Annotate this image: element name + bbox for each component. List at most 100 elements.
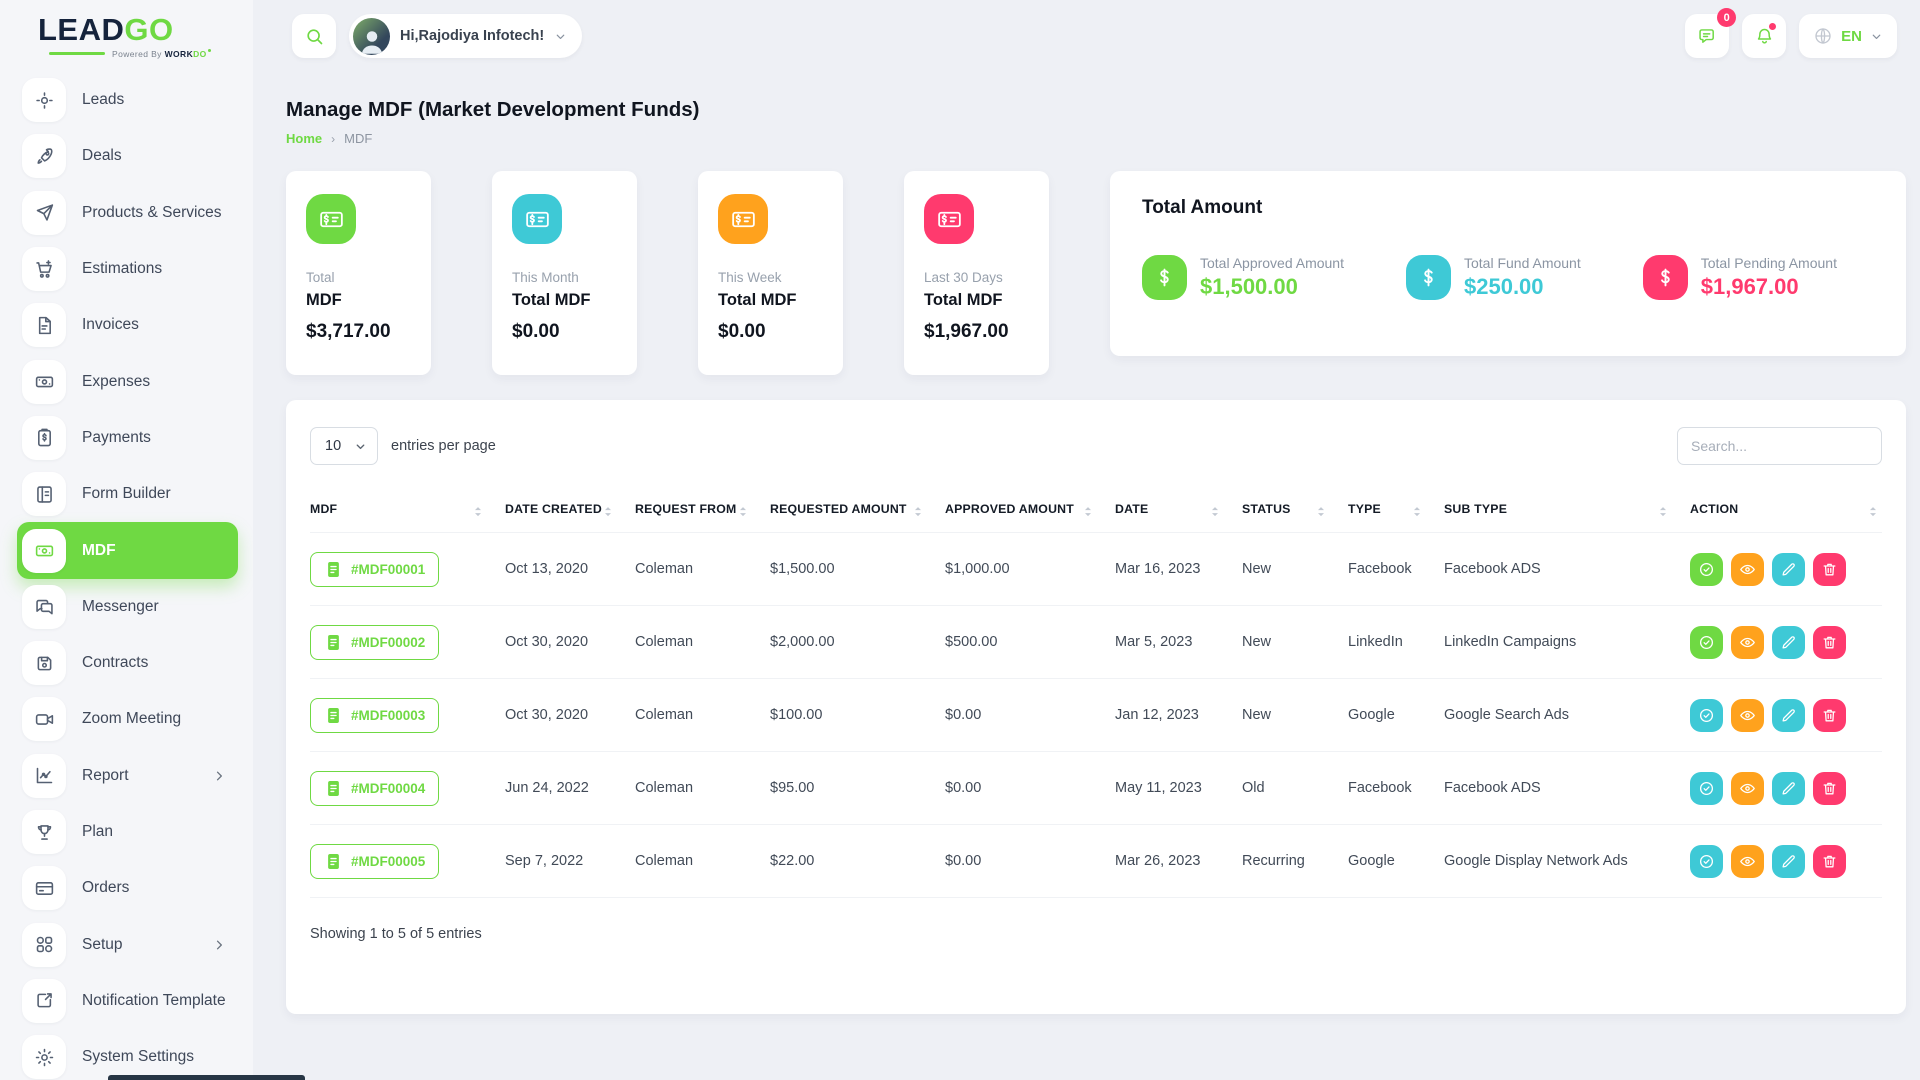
sort-arrows-icon[interactable] (1870, 507, 1876, 516)
stat-card-total: TotalMDF$3,717.00 (286, 171, 431, 375)
user-avatar (353, 18, 390, 55)
approve-button[interactable] (1690, 699, 1723, 732)
sidebar-item-label: Deals (82, 147, 122, 165)
column-header-status[interactable]: STATUS (1242, 492, 1348, 533)
sidebar-item-expenses[interactable]: Expenses (17, 353, 238, 409)
edit-button[interactable] (1772, 626, 1805, 659)
cell-request-from: Coleman (635, 533, 770, 606)
approve-button[interactable] (1690, 553, 1723, 586)
stat-label: Total MDF (718, 291, 823, 310)
sidebar-item-label: Products & Services (82, 204, 222, 222)
person-icon (357, 25, 387, 55)
mdf-id-badge[interactable]: #MDF00003 (310, 698, 439, 733)
sort-arrows-icon[interactable] (605, 507, 611, 516)
view-button[interactable] (1731, 699, 1764, 732)
powered-dot (208, 49, 211, 52)
column-header-date-created[interactable]: DATE CREATED (505, 492, 635, 533)
cell-actions (1690, 533, 1882, 606)
search-input[interactable] (1677, 427, 1882, 465)
table-row: #MDF00002Oct 30, 2020Coleman$2,000.00$50… (310, 606, 1882, 679)
sidebar-item-orders[interactable]: Orders (17, 860, 238, 916)
cell-requested-amount: $2,000.00 (770, 606, 945, 679)
column-header-approved-amount[interactable]: APPROVED AMOUNT (945, 492, 1115, 533)
sidebar-item-invoices[interactable]: Invoices (17, 297, 238, 353)
search-button[interactable] (292, 14, 336, 58)
sidebar-item-label: Notification Template (82, 992, 226, 1010)
column-header-request-from[interactable]: REQUEST FROM (635, 492, 770, 533)
delete-button[interactable] (1813, 772, 1846, 805)
column-header-type[interactable]: TYPE (1348, 492, 1444, 533)
approve-button[interactable] (1690, 626, 1723, 659)
delete-button[interactable] (1813, 699, 1846, 732)
mdf-id-label: #MDF00002 (351, 635, 425, 650)
edit-button[interactable] (1772, 699, 1805, 732)
edit-button[interactable] (1772, 845, 1805, 878)
sort-arrows-icon[interactable] (915, 507, 921, 516)
topbar: Hi,Rajodiya Infotech! 0 EN (253, 0, 1920, 72)
app-logo[interactable]: LEADGO Powered By WORKDO (0, 0, 253, 72)
sidebar-item-report[interactable]: Report (17, 748, 238, 804)
column-header-action[interactable]: ACTION (1690, 492, 1882, 533)
sort-arrows-icon[interactable] (1212, 507, 1218, 516)
column-header-date[interactable]: DATE (1115, 492, 1242, 533)
cell-type: Facebook (1348, 533, 1444, 606)
cell-status: Old (1242, 752, 1348, 825)
column-header-requested-amount[interactable]: REQUESTED AMOUNT (770, 492, 945, 533)
sidebar-item-mdf[interactable]: MDF (17, 522, 238, 578)
sidebar-item-label: Messenger (82, 598, 159, 616)
view-button[interactable] (1731, 626, 1764, 659)
table-controls: 10 entries per page (310, 427, 1882, 465)
entries-per-page-select[interactable]: 10 (310, 427, 378, 465)
edit-button[interactable] (1772, 553, 1805, 586)
delete-button[interactable] (1813, 553, 1846, 586)
sidebar-item-leads[interactable]: Leads (17, 72, 238, 128)
sidebar-item-payments[interactable]: Payments (17, 410, 238, 466)
sidebar-item-system-settings[interactable]: System Settings (17, 1029, 238, 1080)
sidebar-item-estimations[interactable]: Estimations (17, 241, 238, 297)
sidebar-item-form-builder[interactable]: Form Builder (17, 466, 238, 522)
sidebar-item-zoom-meeting[interactable]: Zoom Meeting (17, 691, 238, 747)
column-header-sub-type[interactable]: SUB TYPE (1444, 492, 1690, 533)
messages-button[interactable]: 0 (1685, 14, 1729, 58)
sidebar-item-messenger[interactable]: Messenger (17, 579, 238, 635)
sort-arrows-icon[interactable] (740, 507, 746, 516)
mdf-id-badge[interactable]: #MDF00005 (310, 844, 439, 879)
mdf-id-badge[interactable]: #MDF00002 (310, 625, 439, 660)
breadcrumb-home-link[interactable]: Home (286, 131, 322, 146)
sidebar-item-plan[interactable]: Plan (17, 804, 238, 860)
money-check-icon (306, 194, 356, 244)
sidebar-item-products-services[interactable]: Products & Services (17, 185, 238, 241)
delete-button[interactable] (1813, 626, 1846, 659)
mdf-id-label: #MDF00005 (351, 854, 425, 869)
sort-arrows-icon[interactable] (1085, 507, 1091, 516)
sort-arrows-icon[interactable] (475, 507, 481, 516)
view-button[interactable] (1731, 553, 1764, 586)
mdf-id-badge[interactable]: #MDF00004 (310, 771, 439, 806)
delete-button[interactable] (1813, 845, 1846, 878)
sort-arrows-icon[interactable] (1318, 507, 1324, 516)
cell-requested-amount: $95.00 (770, 752, 945, 825)
edit-button[interactable] (1772, 772, 1805, 805)
dollar-icon (1643, 255, 1688, 300)
sidebar-item-notification-template[interactable]: Notification Template (17, 973, 238, 1029)
cell-approved-amount: $1,000.00 (945, 533, 1115, 606)
cell-approved-amount: $0.00 (945, 825, 1115, 898)
notifications-button[interactable] (1742, 14, 1786, 58)
view-button[interactable] (1731, 772, 1764, 805)
main-area: Hi,Rajodiya Infotech! 0 EN Manage MDF (M… (253, 0, 1920, 1080)
sidebar-item-contracts[interactable]: Contracts (17, 635, 238, 691)
mdf-id-badge[interactable]: #MDF00001 (310, 552, 439, 587)
user-menu[interactable]: Hi,Rajodiya Infotech! (349, 14, 582, 58)
view-button[interactable] (1731, 845, 1764, 878)
sidebar-item-setup[interactable]: Setup (17, 916, 238, 972)
approve-button[interactable] (1690, 845, 1723, 878)
column-header-mdf[interactable]: MDF (310, 492, 505, 533)
mdf-table: MDFDATE CREATEDREQUEST FROMREQUESTED AMO… (310, 492, 1882, 898)
sidebar-item-deals[interactable]: Deals (17, 128, 238, 184)
sort-arrows-icon[interactable] (1660, 507, 1666, 516)
language-selector[interactable]: EN (1799, 14, 1897, 58)
sort-arrows-icon[interactable] (1414, 507, 1420, 516)
sidebar-scrollbar[interactable] (108, 1075, 305, 1080)
total-amount-item-label: Total Pending Amount (1701, 255, 1837, 271)
approve-button[interactable] (1690, 772, 1723, 805)
